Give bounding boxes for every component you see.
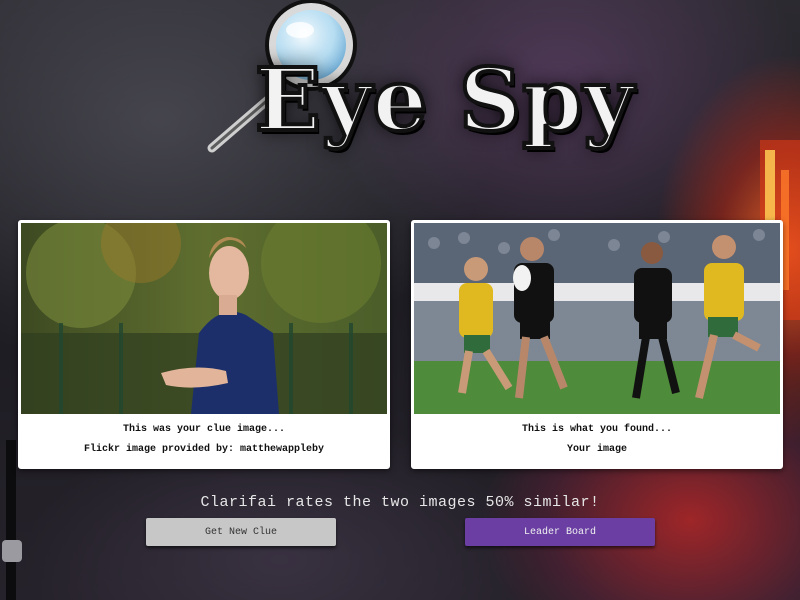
- clue-image: [21, 223, 387, 414]
- found-image: [414, 223, 780, 414]
- clue-credit: Flickr image provided by: matthewappleby: [83, 444, 325, 455]
- get-new-clue-button[interactable]: Get New Clue: [146, 518, 336, 546]
- found-caption: This is what you found...: [521, 424, 673, 435]
- similarity-rating: Clarifai rates the two images 50% simila…: [200, 494, 600, 511]
- leader-board-button[interactable]: Leader Board: [465, 518, 655, 546]
- found-label: Your image: [566, 444, 627, 455]
- app-logo: Eye Spy: [253, 50, 635, 151]
- clue-image-card: This was your clue image... Flickr image…: [18, 220, 390, 469]
- clue-caption: This was your clue image...: [122, 424, 286, 435]
- found-image-card: This is what you found... Your image: [411, 220, 783, 469]
